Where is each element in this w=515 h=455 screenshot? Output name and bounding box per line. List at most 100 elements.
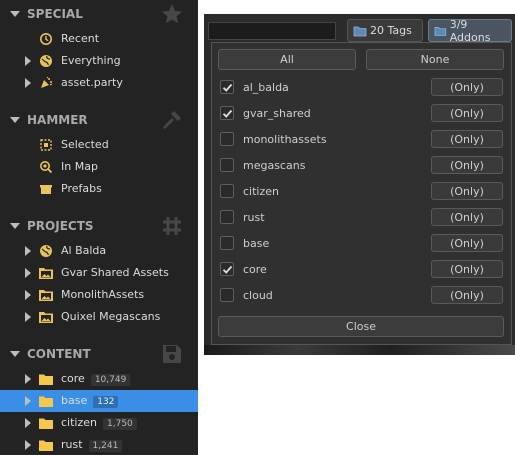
save-icon [160, 342, 184, 366]
sidebar-item-label: rust 1,241 [61, 438, 123, 452]
tags-filter-button[interactable]: 20 Tags [347, 19, 423, 42]
sidebar-item-asset-party[interactable]: asset.party [0, 72, 198, 94]
addon-checkbox[interactable] [220, 262, 234, 276]
addon-checkbox[interactable] [220, 158, 234, 172]
sidebar-item-al-balda[interactable]: Al Balda [0, 240, 198, 262]
item-name: Everything [61, 54, 121, 67]
addons-filter-button[interactable]: 3/9 Addons [428, 18, 512, 44]
item-name: asset.party [61, 76, 123, 89]
sidebar-item-base[interactable]: base 132 [0, 390, 198, 412]
sidebar-item-everything[interactable]: Everything [0, 50, 198, 72]
section-title: CONTENT [27, 347, 91, 361]
only-button[interactable]: (Only) [431, 78, 503, 96]
expand-arrow-icon[interactable] [25, 418, 31, 428]
addon-name[interactable]: monolithassets [243, 133, 327, 146]
history-icon [38, 31, 54, 47]
globe-icon [38, 53, 54, 69]
sidebar-section-header[interactable]: CONTENT [0, 340, 198, 368]
sidebar-item-recent[interactable]: Recent [0, 28, 198, 50]
select-none-button[interactable]: None [366, 49, 504, 70]
addon-name[interactable]: core [243, 263, 267, 276]
sidebar-item-selected[interactable]: Selected [0, 134, 198, 156]
addon-row-cloud: cloud (Only) [212, 283, 511, 309]
sidebar-section-header[interactable]: HAMMER [0, 106, 198, 134]
expand-arrow-icon[interactable] [25, 246, 31, 256]
addon-name[interactable]: rust [243, 211, 265, 224]
close-button[interactable]: Close [218, 316, 504, 337]
checkmark-icon [222, 83, 232, 92]
addon-name[interactable]: base [243, 237, 269, 250]
sidebar-section-header[interactable]: PROJECTS [0, 212, 198, 240]
sidebar-item-in-map[interactable]: In Map [0, 156, 198, 178]
only-button[interactable]: (Only) [431, 182, 503, 200]
addon-name[interactable]: cloud [243, 289, 273, 302]
image-folder-icon [38, 309, 54, 325]
expand-arrow-icon[interactable] [25, 374, 31, 384]
sidebar-section-projects: PROJECTS Al Balda Gvar Shared Assets Monoli… [0, 212, 198, 328]
only-button[interactable]: (Only) [431, 208, 503, 226]
sidebar-item-quixel-megascans[interactable]: Quixel Megascans [0, 306, 198, 328]
collapse-caret-icon[interactable] [10, 11, 20, 17]
item-name: Al Balda [61, 244, 107, 257]
only-button[interactable]: (Only) [431, 286, 503, 304]
image-folder-icon [38, 287, 54, 303]
sidebar-section-header[interactable]: SPECIAL [0, 0, 198, 28]
only-button[interactable]: (Only) [431, 156, 503, 174]
addon-checkbox[interactable] [220, 236, 234, 250]
tools-icon [160, 108, 184, 132]
sidebar-section-content: CONTENT core 10,749 base 132 citizen 1,750 rust… [0, 340, 198, 455]
star-icon [160, 2, 184, 26]
sidebar-item-core[interactable]: core 10,749 [0, 368, 198, 390]
collapse-caret-icon[interactable] [10, 351, 20, 357]
addon-checkbox[interactable] [220, 132, 234, 146]
addon-name[interactable]: al_balda [243, 81, 289, 94]
asset-count-badge: 132 [93, 396, 119, 408]
addon-name[interactable]: citizen [243, 185, 279, 198]
collapse-caret-icon[interactable] [10, 223, 20, 229]
sidebar-item-gvar-shared-assets[interactable]: Gvar Shared Assets [0, 262, 198, 284]
addon-name[interactable]: megascans [243, 159, 305, 172]
expand-arrow-icon[interactable] [25, 56, 31, 66]
expand-arrow-icon[interactable] [25, 78, 31, 88]
folder-tag-icon [353, 26, 367, 36]
only-button[interactable]: (Only) [431, 104, 503, 122]
expand-arrow-icon[interactable] [25, 268, 31, 278]
sidebar-item-monolithassets[interactable]: MonolithAssets [0, 284, 198, 306]
addon-checkbox[interactable] [220, 106, 234, 120]
sidebar-item-prefabs[interactable]: Prefabs [0, 178, 198, 200]
addon-checkbox[interactable] [220, 184, 234, 198]
checkmark-icon [222, 109, 232, 118]
addon-row-al-balda: al_balda (Only) [212, 75, 511, 101]
addon-checkbox[interactable] [220, 288, 234, 302]
sidebar-item-rust[interactable]: rust 1,241 [0, 434, 198, 455]
sidebar-item-label: MonolithAssets [61, 288, 144, 301]
addon-row-gvar-shared: gvar_shared (Only) [212, 101, 511, 127]
sidebar-section-special: SPECIAL Recent Everything asset.party [0, 0, 198, 94]
expand-arrow-icon[interactable] [25, 396, 31, 406]
collapse-caret-icon[interactable] [10, 117, 20, 123]
addon-checkbox[interactable] [220, 210, 234, 224]
only-button[interactable]: (Only) [431, 130, 503, 148]
checkmark-icon [222, 265, 232, 274]
search-input[interactable] [208, 22, 336, 40]
item-name: Prefabs [61, 182, 102, 195]
sidebar-item-citizen[interactable]: citizen 1,750 [0, 412, 198, 434]
item-name: citizen [61, 416, 97, 429]
only-button[interactable]: (Only) [431, 234, 503, 252]
sidebar: SPECIAL Recent Everything asset.party HAMMER… [0, 0, 198, 455]
addon-row-monolithassets: monolithassets (Only) [212, 127, 511, 153]
sidebar-item-label: Prefabs [61, 182, 102, 195]
addon-name[interactable]: gvar_shared [243, 107, 311, 120]
select-all-button[interactable]: All [218, 49, 356, 70]
folder-icon [38, 415, 54, 431]
only-button[interactable]: (Only) [431, 260, 503, 278]
expand-arrow-icon[interactable] [25, 290, 31, 300]
section-title: SPECIAL [27, 7, 83, 21]
expand-arrow-icon[interactable] [25, 440, 31, 450]
addon-checkbox[interactable] [220, 80, 234, 94]
section-title: HAMMER [27, 113, 88, 127]
expand-arrow-icon[interactable] [25, 312, 31, 322]
folder-icon [38, 437, 54, 453]
folder-icon [38, 393, 54, 409]
sidebar-item-label: base 132 [61, 394, 119, 408]
